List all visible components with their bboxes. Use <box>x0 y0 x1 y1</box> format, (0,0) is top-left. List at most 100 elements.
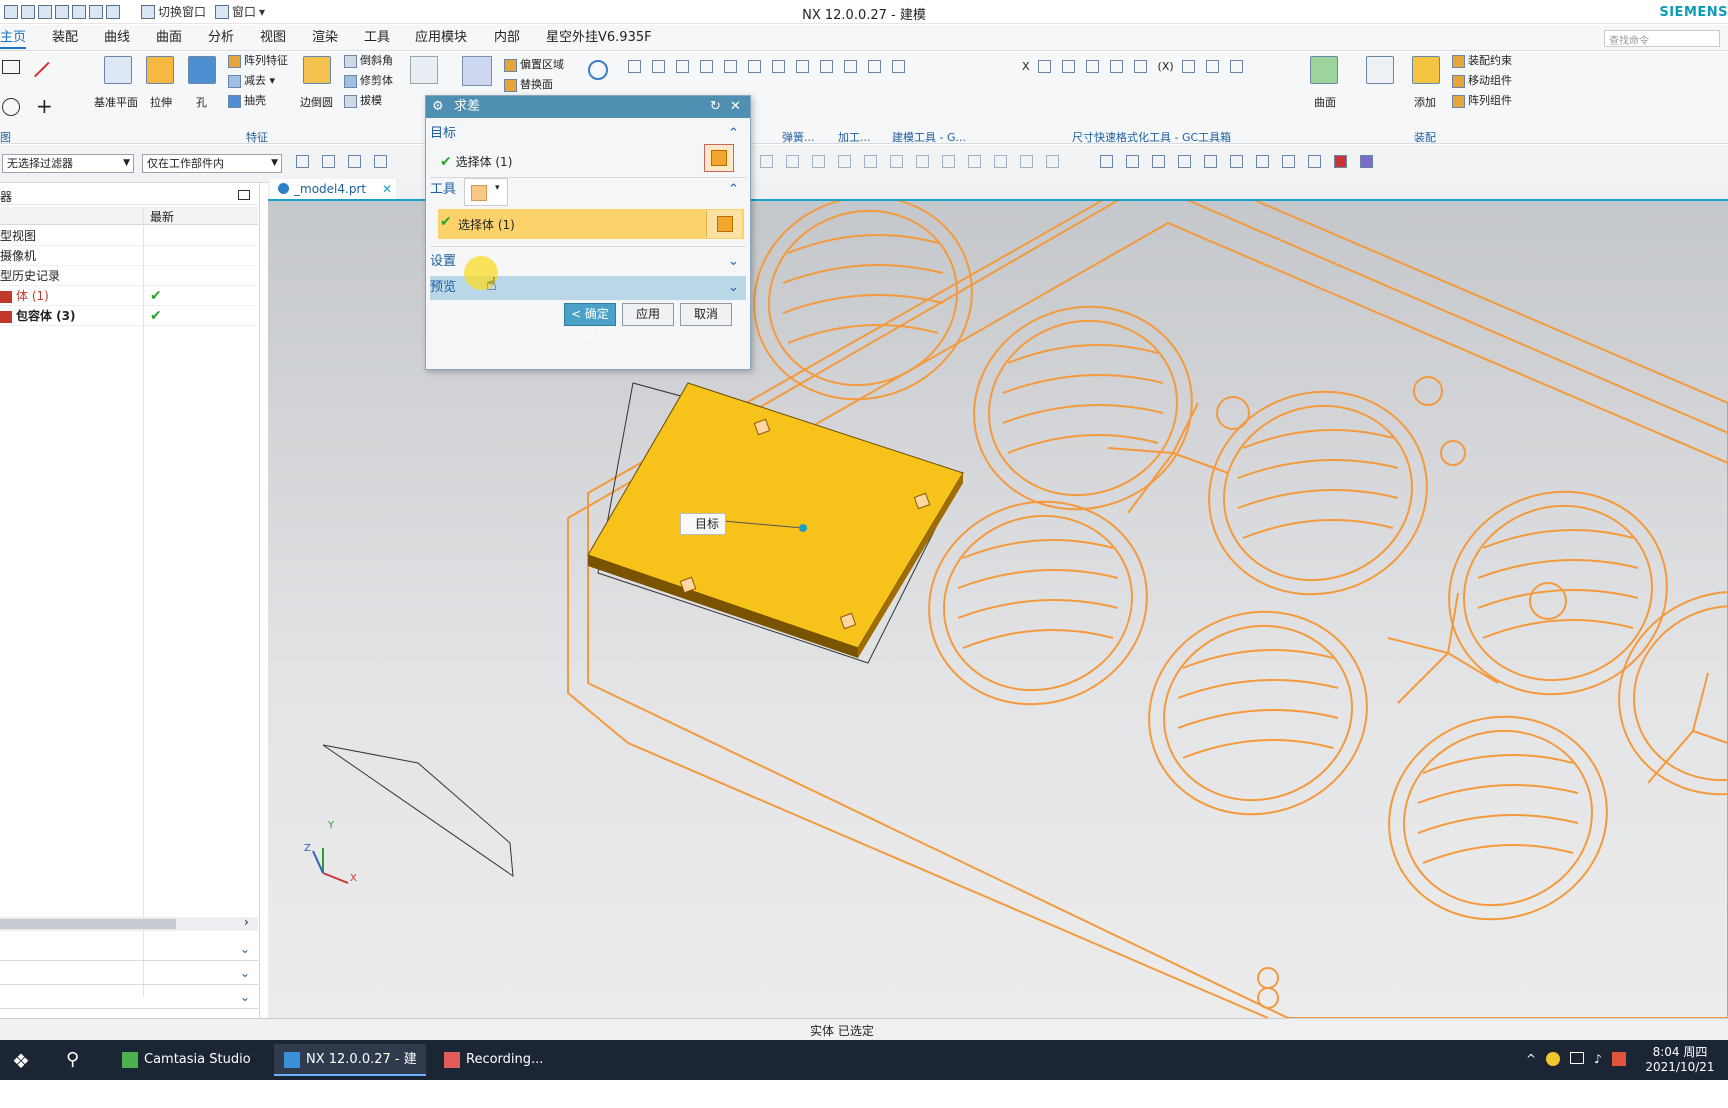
tool-icon-6[interactable] <box>748 60 761 73</box>
trim-body-button[interactable]: 修剪体 <box>344 74 393 88</box>
surface-icon[interactable] <box>1310 56 1338 84</box>
dim-icon-1[interactable] <box>1037 60 1051 73</box>
snap-icon-15[interactable] <box>1020 155 1033 168</box>
target-section-header[interactable]: 目标 ⌃ <box>430 122 746 146</box>
tool-select-body[interactable]: ✔ 选择体 (1) <box>438 209 744 239</box>
dim-icon-3[interactable] <box>1085 60 1099 73</box>
maximize-icon[interactable] <box>238 190 250 200</box>
target-select-body[interactable]: ✔ 选择体 (1) <box>440 150 746 174</box>
dim-icon-2[interactable] <box>1061 60 1075 73</box>
dim-icon-8[interactable] <box>1229 60 1243 73</box>
panel-section-1[interactable]: ⌄ <box>0 939 258 961</box>
tree-row-model-history[interactable]: 型历史记录 <box>0 266 258 286</box>
subtract-button[interactable]: 减去 ▾ <box>228 74 275 88</box>
panel-section-3[interactable]: ⌄ <box>0 987 258 1009</box>
datum-plane-button[interactable]: 基准平面 <box>94 96 138 110</box>
menu-tools[interactable]: 工具 <box>364 29 390 47</box>
tree-row-body[interactable]: 体 (1) ✔ <box>0 286 258 306</box>
insert-component-icon[interactable] <box>1366 56 1394 84</box>
menu-home[interactable]: 主页 <box>0 29 27 49</box>
tree-row-cameras[interactable]: 摄像机 <box>0 246 258 266</box>
selection-scope-select[interactable]: 仅在工作部件内 ▼ <box>142 154 282 173</box>
tool-icon-2[interactable] <box>652 60 665 73</box>
tray-app-icon[interactable] <box>1546 1052 1561 1066</box>
gear-icon[interactable]: ⚙ <box>432 96 444 118</box>
tool-type-dropdown[interactable]: ▾ <box>464 178 508 206</box>
ok-button[interactable]: < 确定 > <box>564 303 616 342</box>
chevron-down-icon[interactable]: ⌄ <box>728 250 739 274</box>
volume-icon[interactable]: ♪ <box>1594 1052 1602 1066</box>
chevron-down-icon[interactable]: ⌄ <box>728 276 739 300</box>
snap-icon-14[interactable] <box>994 155 1007 168</box>
panel-section-2[interactable]: ⌄ <box>0 963 258 985</box>
refresh-icon[interactable] <box>588 60 608 80</box>
tool-icon-10[interactable] <box>844 60 857 73</box>
point-icon[interactable]: + <box>36 94 53 118</box>
circle-icon[interactable] <box>2 98 20 116</box>
tool-icon-8[interactable] <box>796 60 809 73</box>
datum-plane-icon[interactable] <box>104 56 132 84</box>
scrollbar-thumb[interactable] <box>0 919 176 929</box>
taskbar-app-recording[interactable]: Recording... <box>434 1044 586 1076</box>
snap-icon-10[interactable] <box>890 155 903 168</box>
tree-row-model-views[interactable]: 型视图 <box>0 226 258 246</box>
snap-icon-6[interactable] <box>786 155 799 168</box>
draft-button[interactable]: 拔模 <box>344 94 382 108</box>
tool-icon-4[interactable] <box>700 60 713 73</box>
assembly-constraint-button[interactable]: 装配约束 <box>1452 54 1512 68</box>
close-icon[interactable]: ✕ <box>730 96 741 118</box>
fit-view-icon[interactable] <box>1100 155 1113 168</box>
menu-applications[interactable]: 应用模块 <box>415 29 467 47</box>
command-search-input[interactable]: 查找命令 <box>1604 30 1720 47</box>
dialog-header[interactable]: ⚙ 求差 ↻ ✕ <box>426 96 750 118</box>
synchronous-modeling-icon[interactable] <box>462 56 492 86</box>
menu-assembly[interactable]: 装配 <box>52 29 78 47</box>
orient-view-icon[interactable] <box>1204 155 1217 168</box>
dim-x-button[interactable]: X <box>1022 60 1030 73</box>
line-icon[interactable] <box>34 61 63 91</box>
tool-icon-5[interactable] <box>724 60 737 73</box>
tool-icon-1[interactable] <box>628 60 641 73</box>
display-icon[interactable] <box>1308 155 1321 168</box>
hole-button[interactable]: 孔 <box>196 96 207 110</box>
apply-button[interactable]: 应用 <box>622 303 674 326</box>
more-feature-icon[interactable] <box>410 56 438 84</box>
snap-icon-1[interactable] <box>296 155 309 168</box>
tree-row-bounding-body[interactable]: 包容体 (3) ✔ <box>0 306 258 326</box>
pan-icon[interactable] <box>1178 155 1191 168</box>
menu-render[interactable]: 渲染 <box>312 29 338 47</box>
part-tab[interactable]: _model4.prt ✕ <box>270 179 396 199</box>
reset-icon[interactable]: ↻ <box>710 96 721 118</box>
target-body-selector-icon[interactable] <box>704 144 734 172</box>
tool-body-selector-icon[interactable] <box>706 210 742 238</box>
hole-icon[interactable] <box>188 56 216 84</box>
menu-surface[interactable]: 曲面 <box>156 29 182 47</box>
snap-icon-4[interactable] <box>374 155 387 168</box>
tool-icon-9[interactable] <box>820 60 833 73</box>
chevron-up-icon[interactable]: ^ <box>1526 1052 1536 1066</box>
dim-icon-7[interactable] <box>1205 60 1219 73</box>
scroll-right-icon[interactable]: › <box>244 915 249 929</box>
work-layer-icon[interactable] <box>1282 155 1295 168</box>
menu-curve[interactable]: 曲线 <box>104 29 130 47</box>
snap-icon-9[interactable] <box>864 155 877 168</box>
chevron-up-icon[interactable]: ⌃ <box>728 122 739 146</box>
chevron-down-icon[interactable]: ⌄ <box>240 942 250 956</box>
selected-target-body[interactable] <box>322 382 964 878</box>
tool-icon-11[interactable] <box>868 60 881 73</box>
taskbar-app-nx[interactable]: NX 12.0.0.27 - 建模 <box>274 1044 426 1099</box>
start-icon[interactable]: ❖ <box>12 1049 30 1073</box>
chamfer-button[interactable]: 倒斜角 <box>344 54 393 68</box>
snap-icon-2[interactable] <box>322 155 335 168</box>
offset-region-button[interactable]: 偏置区域 <box>504 58 564 72</box>
dim-icon-4[interactable] <box>1109 60 1123 73</box>
close-icon[interactable]: ✕ <box>382 179 392 199</box>
tool-icon-7[interactable] <box>772 60 785 73</box>
replace-face-button[interactable]: 替换面 <box>504 78 553 92</box>
search-icon[interactable]: ⚲ <box>66 1049 79 1070</box>
column-latest[interactable]: 最新 <box>150 208 174 225</box>
chevron-down-icon[interactable]: ⌄ <box>240 990 250 1004</box>
extrude-icon[interactable] <box>146 56 174 84</box>
move-component-button[interactable]: 移动组件 <box>1452 74 1512 88</box>
add-component-icon[interactable] <box>1412 56 1440 84</box>
